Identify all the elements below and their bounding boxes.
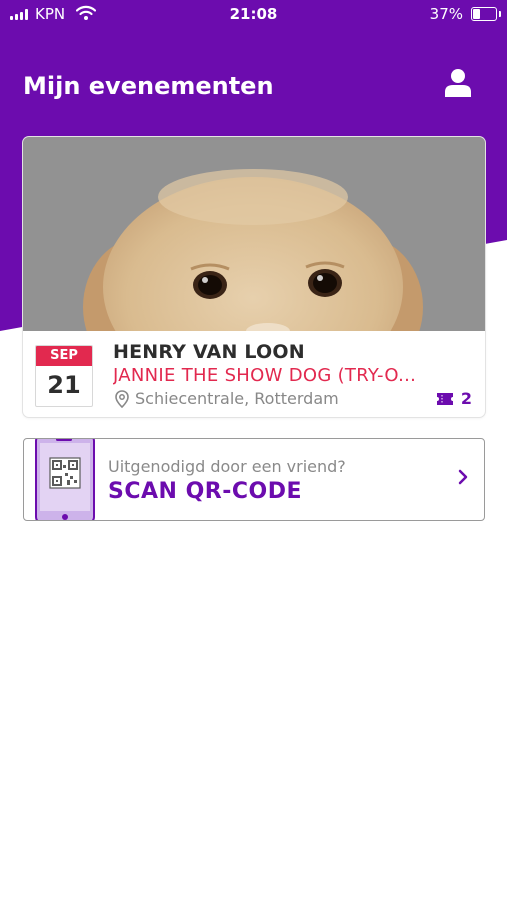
scan-subtitle: Uitgenodigd door een vriend?	[108, 457, 346, 476]
event-card[interactable]: SEP 21 HENRY VAN LOON JANNIE THE SHOW DO…	[23, 137, 485, 417]
scan-qr-card[interactable]: Uitgenodigd door een vriend? SCAN QR-COD…	[23, 438, 485, 521]
battery-percent: 37%	[429, 5, 463, 23]
scan-title: SCAN QR-CODE	[108, 479, 302, 504]
chevron-right-icon	[458, 469, 468, 485]
event-location: Schiecentrale, Rotterdam	[115, 389, 339, 408]
event-image	[23, 137, 485, 331]
event-artist: HENRY VAN LOON	[113, 341, 305, 363]
event-month: SEP	[36, 346, 92, 366]
battery-icon	[471, 7, 501, 21]
ticket-count: 2	[436, 389, 472, 408]
event-name: JANNIE THE SHOW DOG (TRY-O...	[113, 365, 417, 386]
page-title: Mijn evenementen	[23, 72, 274, 100]
map-pin-icon	[115, 389, 129, 408]
date-badge: SEP 21	[35, 345, 93, 407]
ticket-count-value: 2	[460, 389, 472, 408]
phone-qr-icon	[35, 439, 95, 520]
user-icon[interactable]	[444, 68, 472, 98]
event-day: 21	[47, 371, 81, 399]
ticket-icon	[436, 392, 453, 405]
event-location-text: Schiecentrale, Rotterdam	[135, 389, 339, 408]
status-bar: KPN 21:08 37%	[0, 0, 507, 30]
